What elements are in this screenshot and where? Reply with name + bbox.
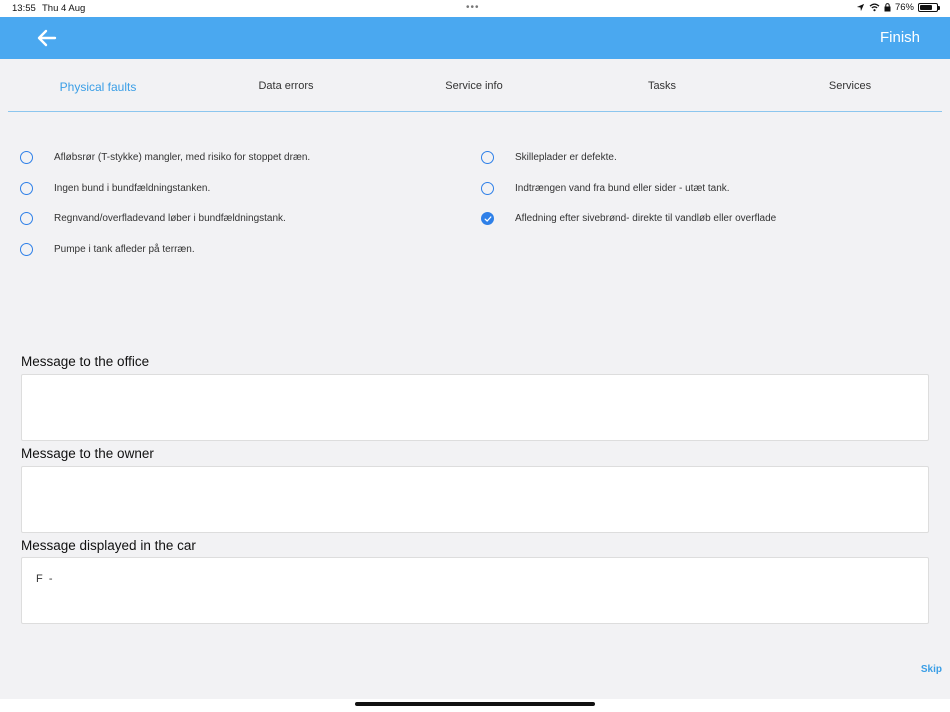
fault-option-label: Skilleplader er defekte. (515, 152, 617, 163)
fault-option[interactable]: Pumpe i tank afleder på terræn. (20, 243, 195, 256)
owner-message-label: Message to the owner (21, 446, 154, 461)
checkmark-icon (484, 215, 491, 222)
fault-option[interactable]: Ingen bund i bundfældningstanken. (20, 182, 210, 195)
tab-physical-faults[interactable]: Physical faults (60, 80, 137, 94)
car-message-label: Message displayed in the car (21, 538, 196, 553)
tab-service-info[interactable]: Service info (445, 80, 502, 92)
home-indicator[interactable] (355, 702, 595, 706)
status-date: Thu 4 Aug (42, 3, 86, 14)
wifi-icon (869, 3, 880, 12)
location-icon (856, 3, 865, 12)
fault-option-label: Regnvand/overfladevand løber i bundfældn… (54, 213, 286, 224)
office-message-input[interactable] (21, 374, 929, 441)
radio-unchecked-icon[interactable] (20, 243, 33, 256)
battery-percent: 76% (894, 2, 914, 13)
owner-message-input[interactable] (21, 466, 929, 533)
fault-option-label: Afledning efter sivebrønd- direkte til v… (515, 213, 777, 224)
back-arrow-icon[interactable] (36, 27, 58, 49)
status-icons: 76% (856, 2, 940, 13)
radio-checked-icon[interactable] (481, 212, 494, 225)
tab-data-errors[interactable]: Data errors (258, 80, 313, 92)
lock-rotation-icon (884, 3, 891, 12)
radio-unchecked-icon[interactable] (481, 182, 494, 195)
main-content: Physical faults Data errors Service info… (0, 59, 950, 699)
tab-services[interactable]: Services (829, 80, 871, 92)
office-message-label: Message to the office (21, 354, 150, 369)
tab-tasks[interactable]: Tasks (648, 80, 676, 92)
fault-option-label: Ingen bund i bundfældningstanken. (54, 183, 211, 194)
car-message-input[interactable]: F - (21, 557, 929, 624)
fault-option[interactable]: Afledning efter sivebrønd- direkte til v… (481, 212, 776, 225)
fault-option[interactable]: Skilleplader er defekte. (481, 151, 617, 164)
radio-unchecked-icon[interactable] (20, 212, 33, 225)
fault-option-label: Indtrængen vand fra bund eller sider - u… (515, 183, 730, 194)
battery-fill (920, 5, 933, 10)
radio-unchecked-icon[interactable] (481, 151, 494, 164)
fault-option[interactable]: Regnvand/overfladevand løber i bundfældn… (20, 212, 286, 225)
tab-bar: Physical faults Data errors Service info… (8, 77, 942, 112)
fault-option-label: Afløbsrør (T-stykke) mangler, med risiko… (54, 152, 311, 163)
skip-button[interactable]: Skip (921, 664, 942, 675)
radio-unchecked-icon[interactable] (20, 151, 33, 164)
fault-option-label: Pumpe i tank afleder på terræn. (54, 244, 195, 255)
finish-button[interactable]: Finish (880, 29, 920, 46)
radio-unchecked-icon[interactable] (20, 182, 33, 195)
battery-icon (918, 3, 940, 12)
status-bar: 13:55 Thu 4 Aug ••• 76% (0, 0, 950, 17)
fault-option[interactable]: Afløbsrør (T-stykke) mangler, med risiko… (20, 151, 310, 164)
status-time: 13:55 (12, 3, 36, 14)
multitasking-dots-icon[interactable]: ••• (466, 2, 480, 13)
nav-bar: Finish (0, 17, 950, 59)
fault-option[interactable]: Indtrængen vand fra bund eller sider - u… (481, 182, 730, 195)
